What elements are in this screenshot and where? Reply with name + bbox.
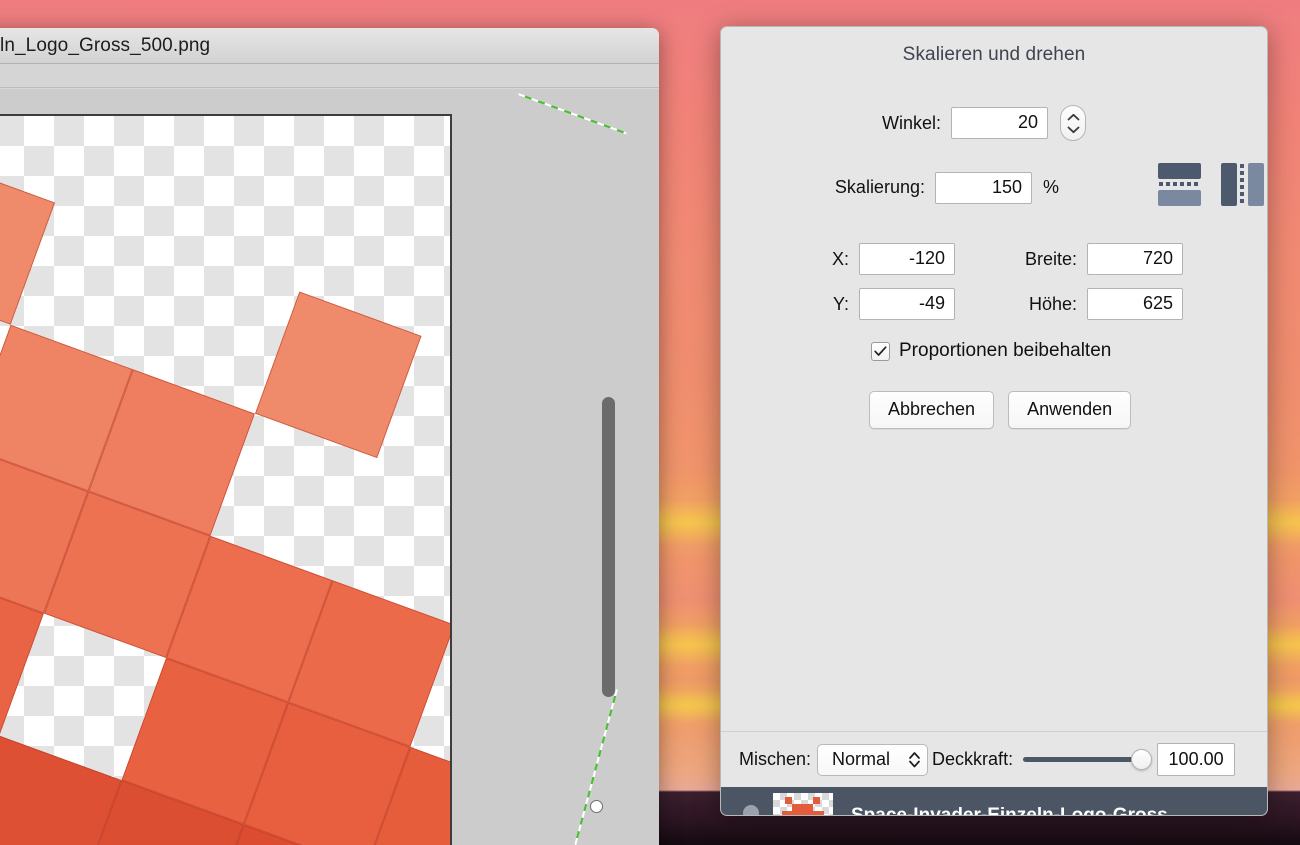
scale-input[interactable] xyxy=(934,171,1032,204)
angle-row: Winkel: xyxy=(721,105,1267,141)
scale-rotate-dialog: Skalieren und drehen Winkel: Skalierung: xyxy=(720,26,1268,816)
width-input[interactable] xyxy=(1087,243,1183,275)
height-input[interactable] xyxy=(1087,288,1183,320)
layer-thumbnail[interactable] xyxy=(773,793,833,815)
opacity-input[interactable] xyxy=(1157,743,1236,776)
keep-proportions-checkbox-row[interactable]: Proportionen beibehalten xyxy=(871,340,1267,362)
dialog-button-row: Abbrechen Anwenden xyxy=(869,391,1267,429)
space-invader-artwork xyxy=(0,116,450,845)
editor-window-title: ln_Logo_Gross_500.png xyxy=(0,34,211,56)
apply-button[interactable]: Anwenden xyxy=(1008,391,1132,429)
selection-handle[interactable] xyxy=(590,800,603,813)
blend-mode-label: Mischen: xyxy=(739,749,812,769)
opacity-label: Deckkraft: xyxy=(932,749,1014,769)
blend-opacity-bar: Mischen: Normal Deckkraft: xyxy=(721,731,1267,787)
selection-marching-ants-lower xyxy=(551,689,618,845)
scale-label: Skalierung: xyxy=(834,177,925,197)
flip-horizontal-icon[interactable] xyxy=(1218,160,1267,215)
editor-toolstrip xyxy=(0,64,659,88)
cancel-button[interactable]: Abbrechen xyxy=(869,391,995,429)
editor-titlebar[interactable]: ln_Logo_Gross_500.png xyxy=(0,28,659,64)
opacity-slider[interactable] xyxy=(1023,749,1153,770)
x-input[interactable] xyxy=(859,243,955,275)
layer-visibility-toggle[interactable] xyxy=(743,805,759,815)
image-editor-window: ln_Logo_Gross_500.png xyxy=(0,28,659,845)
checkmark-icon xyxy=(874,345,887,356)
blend-mode-select[interactable]: Normal xyxy=(817,743,929,776)
chevron-updown-icon xyxy=(909,752,920,768)
layers-panel: Space-Invader-Einzeln-Logo-Gross xyxy=(721,787,1267,815)
y-label: Y: xyxy=(832,293,849,314)
opacity-slider-knob[interactable] xyxy=(1131,749,1153,770)
angle-input[interactable] xyxy=(951,107,1048,139)
x-width-row: X: Breite: xyxy=(721,243,1267,275)
chevron-down-icon xyxy=(1067,126,1079,133)
editor-canvas-area[interactable] xyxy=(0,89,659,845)
canvas-vertical-scrollbar[interactable] xyxy=(602,397,615,697)
angle-label: Winkel: xyxy=(881,112,941,133)
screen-root: ln_Logo_Gross_500.png Skalieren und dreh… xyxy=(0,0,1300,845)
flip-vertical-icon[interactable] xyxy=(1155,160,1204,215)
scale-unit-label: % xyxy=(1042,177,1059,197)
y-input[interactable] xyxy=(859,288,955,320)
dialog-body: Winkel: Skalierung: % xyxy=(721,105,1267,429)
keep-proportions-label: Proportionen beibehalten xyxy=(899,340,1112,361)
x-label: X: xyxy=(831,248,849,269)
height-label: Höhe: xyxy=(1028,293,1077,314)
y-height-row: Y: Höhe: xyxy=(721,288,1267,320)
width-label: Breite: xyxy=(1024,248,1077,269)
chevron-up-icon xyxy=(1067,113,1079,120)
image-document[interactable] xyxy=(0,114,452,845)
dialog-title: Skalieren und drehen xyxy=(902,44,1086,65)
selection-marching-ants xyxy=(518,93,627,135)
blend-mode-value: Normal xyxy=(832,749,891,769)
layer-name-label: Space-Invader-Einzeln-Logo-Gross xyxy=(851,805,1168,815)
angle-stepper[interactable] xyxy=(1060,105,1086,141)
scale-row: Skalierung: % xyxy=(721,160,1267,215)
keep-proportions-checkbox[interactable] xyxy=(871,341,890,361)
